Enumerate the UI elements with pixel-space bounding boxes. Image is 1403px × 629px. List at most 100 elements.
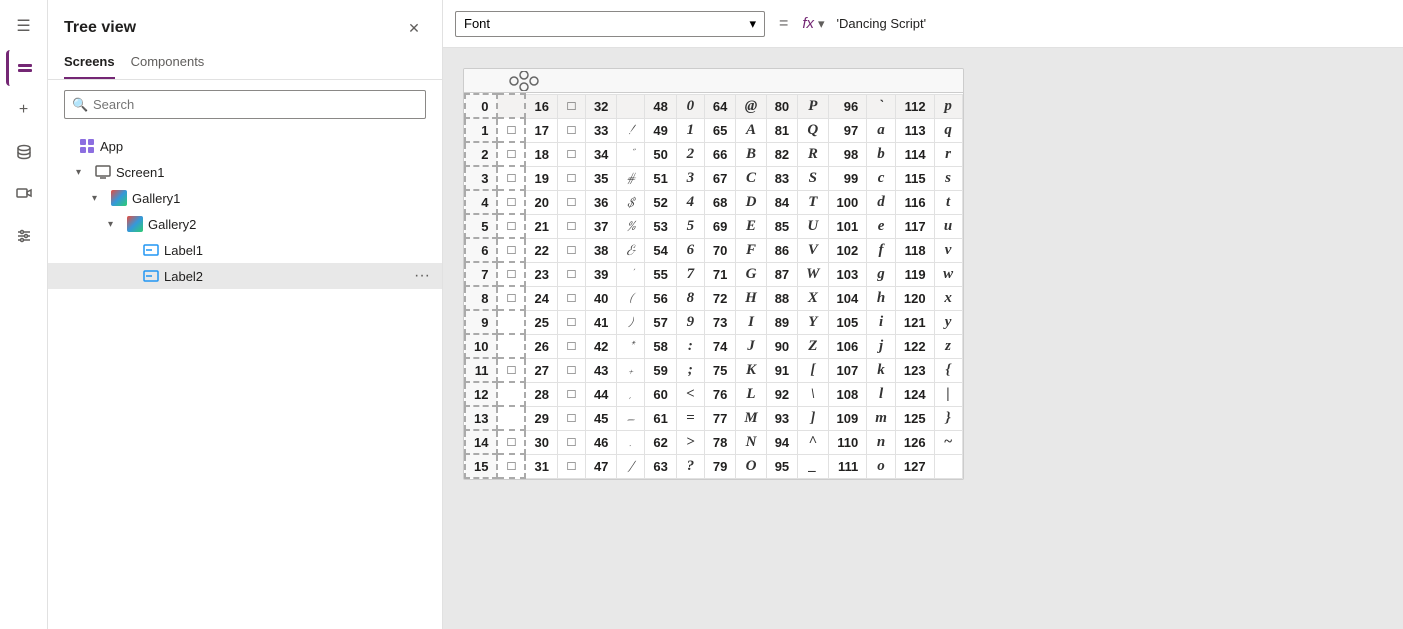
table-cell-num: 61: [645, 406, 676, 430]
table-cell-num: 81: [766, 118, 797, 142]
table-cell-num: 39: [585, 262, 616, 286]
table-cell-glyph: 1: [676, 118, 704, 142]
tree-item-label2[interactable]: Label2 ···: [48, 263, 442, 289]
search-input[interactable]: [64, 90, 426, 119]
table-cell-num: 64: [704, 94, 735, 118]
label2-label: Label2: [164, 269, 406, 284]
table-cell-num: 125: [895, 406, 934, 430]
tree-item-label1[interactable]: Label1: [48, 237, 442, 263]
table-cell-glyph: [497, 310, 525, 334]
table-cell-glyph: >: [676, 430, 704, 454]
table-cell-glyph: 3: [676, 166, 704, 190]
table-cell-glyph: o: [867, 454, 896, 478]
more-options-icon[interactable]: ···: [410, 267, 434, 285]
table-cell-glyph: z: [934, 334, 962, 358]
table-cell-num: 107: [828, 358, 867, 382]
media-icon[interactable]: [6, 176, 42, 212]
table-cell-glyph: {: [934, 358, 962, 382]
formula-chevron-icon[interactable]: ▾: [818, 16, 825, 32]
table-cell-num: 66: [704, 142, 735, 166]
table-cell-glyph: g: [867, 262, 896, 286]
table-cell-num: 65: [704, 118, 735, 142]
table-cell-glyph: `: [867, 94, 896, 118]
table-cell-num: 80: [766, 94, 797, 118]
table-cell-glyph: b: [867, 142, 896, 166]
gallery2-label: Gallery2: [148, 217, 434, 232]
close-button[interactable]: ✕: [402, 16, 426, 40]
chevron-down-icon-2: ▾: [92, 193, 106, 204]
table-cell-glyph: □: [557, 94, 585, 118]
label1-icon: [142, 241, 160, 259]
tree-item-gallery1[interactable]: ▾ Gallery1: [48, 185, 442, 211]
table-cell-num: 74: [704, 334, 735, 358]
table-cell-num: 51: [645, 166, 676, 190]
layers-icon[interactable]: [6, 50, 42, 86]
table-cell-num: 21: [525, 214, 557, 238]
table-cell-glyph: K: [736, 358, 766, 382]
tree-item-app[interactable]: App: [48, 133, 442, 159]
table-cell-num: 103: [828, 262, 867, 286]
tree-item-gallery2[interactable]: ▾ Gallery2: [48, 211, 442, 237]
tab-components[interactable]: Components: [131, 48, 205, 79]
font-dropdown[interactable]: Font ▾: [455, 11, 765, 37]
table-cell-num: 63: [645, 454, 676, 478]
chevron-down-icon: ▾: [76, 167, 90, 178]
table-cell-num: 91: [766, 358, 797, 382]
table-cell-glyph: J: [736, 334, 766, 358]
table-cell-num: 28: [525, 382, 557, 406]
formula-bar: fx ▾ 'Dancing Script': [802, 15, 926, 32]
content-area: 016□3248064@80P96`112p1□17□33!49165A81Q9…: [443, 48, 1403, 629]
table-cell-num: 67: [704, 166, 735, 190]
table-cell-glyph: 5: [676, 214, 704, 238]
table-cell-glyph: □: [557, 214, 585, 238]
table-cell-num: 33: [585, 118, 616, 142]
table-cell-num: 117: [895, 214, 934, 238]
table-cell-glyph: t: [934, 190, 962, 214]
table-cell-num: 0: [465, 94, 497, 118]
table-cell-num: 56: [645, 286, 676, 310]
table-cell-num: 44: [585, 382, 616, 406]
controls-icon[interactable]: [6, 218, 42, 254]
table-cell-glyph: }: [934, 406, 962, 430]
tab-screens[interactable]: Screens: [64, 48, 115, 79]
table-cell-num: 79: [704, 454, 735, 478]
table-cell-glyph: q: [934, 118, 962, 142]
table-cell-glyph: *: [617, 334, 645, 358]
table-cell-num: 6: [465, 238, 497, 262]
hamburger-menu-icon[interactable]: ☰: [6, 8, 42, 44]
table-cell-glyph: [497, 94, 525, 118]
formula-value: 'Dancing Script': [837, 16, 927, 31]
table-cell-num: 2: [465, 142, 497, 166]
table-cell-glyph: E: [736, 214, 766, 238]
gallery2-icon: [126, 215, 144, 233]
table-cell-num: 82: [766, 142, 797, 166]
table-cell-num: 37: [585, 214, 616, 238]
app-label: App: [100, 139, 434, 154]
table-cell-glyph: [497, 334, 525, 358]
table-cell-glyph: $: [617, 190, 645, 214]
table-cell-glyph: ": [617, 142, 645, 166]
table-cell-glyph: @: [736, 94, 766, 118]
table-cell-glyph: □: [497, 262, 525, 286]
table-cell-glyph: h: [867, 286, 896, 310]
table-cell-num: 69: [704, 214, 735, 238]
toolbar: Font ▾ = fx ▾ 'Dancing Script': [443, 0, 1403, 48]
table-cell-glyph: 9: [676, 310, 704, 334]
table-cell-glyph: a: [867, 118, 896, 142]
add-icon[interactable]: +: [6, 92, 42, 128]
table-cell-num: 31: [525, 454, 557, 478]
table-cell-glyph: □: [497, 286, 525, 310]
table-cell-num: 40: [585, 286, 616, 310]
tree-item-screen1[interactable]: ▾ Screen1: [48, 159, 442, 185]
table-cell-glyph: 6: [676, 238, 704, 262]
table-cell-num: 113: [895, 118, 934, 142]
table-cell-glyph: x: [934, 286, 962, 310]
table-cell-glyph: Z: [798, 334, 828, 358]
table-cell-num: 127: [895, 454, 934, 478]
table-cell-glyph: □: [497, 142, 525, 166]
table-cell-glyph: 4: [676, 190, 704, 214]
table-cell-num: 47: [585, 454, 616, 478]
gallery1-icon: [110, 189, 128, 207]
data-icon[interactable]: [6, 134, 42, 170]
table-cell-glyph: G: [736, 262, 766, 286]
